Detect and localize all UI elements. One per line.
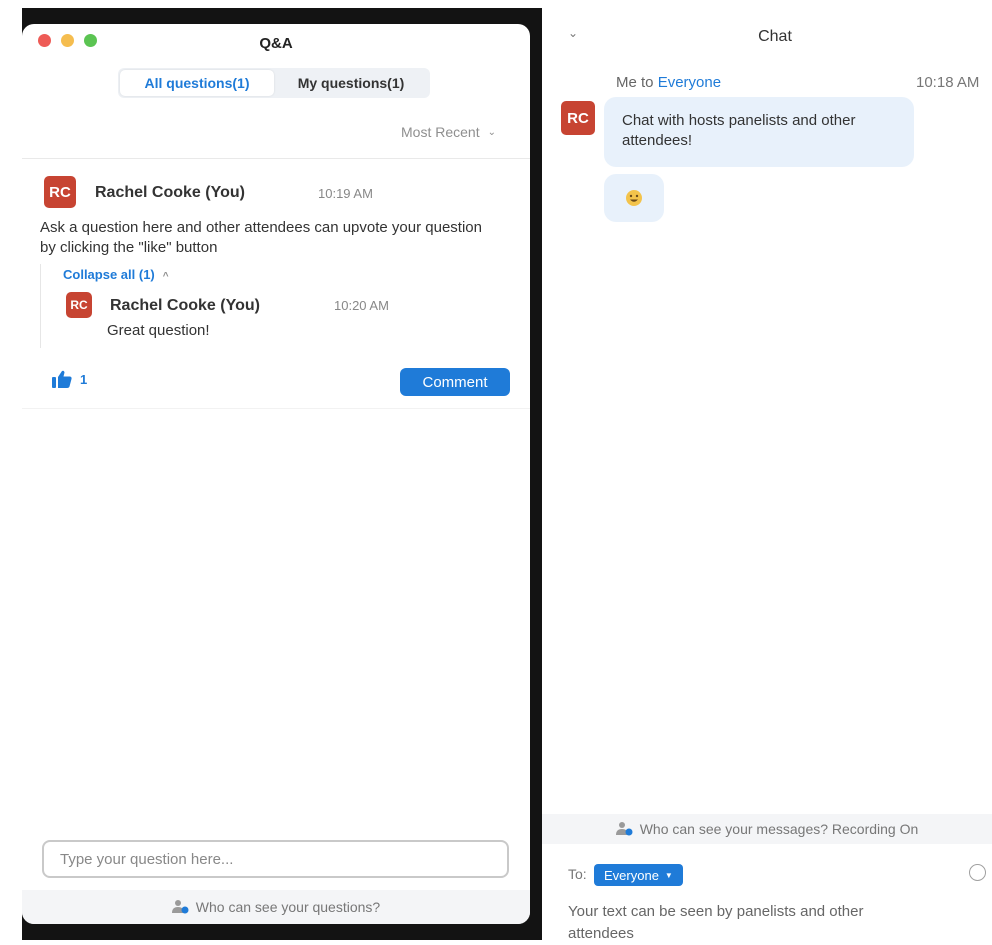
smiley-emoji-icon <box>626 190 642 206</box>
tab-all-questions[interactable]: All questions(1) <box>120 70 274 96</box>
screen-left-gutter <box>0 0 22 940</box>
chat-panel: ⌄ Chat Me to Everyone 10:18 AM RC Chat w… <box>542 8 992 942</box>
chat-message-bubble: Chat with hosts panelists and other atte… <box>604 97 914 167</box>
to-label: To: <box>568 866 587 882</box>
divider <box>22 408 530 409</box>
avatar: RC <box>44 176 76 208</box>
chat-visibility-info[interactable]: Who can see your messages? Recording On <box>542 814 992 844</box>
qa-window: Q&A All questions(1) My questions(1) Mos… <box>22 24 530 924</box>
chevron-up-icon: ^ <box>162 271 169 282</box>
chevron-down-icon: ⌄ <box>487 126 496 138</box>
people-icon <box>171 900 189 914</box>
like-button[interactable]: 1 <box>52 370 87 388</box>
tab-my-questions[interactable]: My questions(1) <box>274 70 428 96</box>
chat-avatar: RC <box>561 101 595 135</box>
chat-title: Chat <box>758 28 792 45</box>
question-author: Rachel Cooke (You) <box>95 184 245 201</box>
like-count: 1 <box>80 371 88 387</box>
question-time: 10:19 AM <box>318 186 373 201</box>
question-text: Ask a question here and other attendees … <box>40 219 482 256</box>
emoji-message-bubble <box>604 174 664 222</box>
qa-title: Q&A <box>259 35 293 52</box>
message-recipient[interactable]: Everyone <box>658 74 721 91</box>
qa-visibility-text: Who can see your questions? <box>195 899 381 915</box>
message-time: 10:18 AM <box>916 74 980 91</box>
message-sender: Me to <box>616 74 654 91</box>
recipient-value: Everyone <box>604 867 659 883</box>
people-icon <box>615 822 633 836</box>
thumbs-up-icon <box>52 370 72 388</box>
emoji-picker-icon[interactable] <box>969 864 986 881</box>
collapse-all-label: Collapse all (1) <box>63 267 155 282</box>
recipient-dropdown[interactable]: Everyone ▼ <box>594 864 683 886</box>
message-meta: Me to Everyone <box>616 74 721 91</box>
caret-down-icon: ▼ <box>664 870 673 880</box>
reply-time: 10:20 AM <box>334 298 389 313</box>
qa-tabs: All questions(1) My questions(1) <box>118 68 430 98</box>
collapse-all-link[interactable]: Collapse all (1) ^ <box>63 267 169 282</box>
chat-visibility-text: Who can see your messages? Recording On <box>639 821 919 837</box>
comment-button[interactable]: Comment <box>400 368 510 396</box>
reply-text: Great question! <box>107 322 210 339</box>
reply-avatar: RC <box>66 292 92 318</box>
sort-label: Most Recent <box>401 124 480 140</box>
question-input[interactable] <box>42 840 509 878</box>
divider <box>22 158 530 159</box>
chat-input-placeholder[interactable]: Your text can be seen by panelists and o… <box>568 901 898 945</box>
reply-author: Rachel Cooke (You) <box>110 297 260 314</box>
qa-visibility-info[interactable]: Who can see your questions? <box>22 890 530 924</box>
sort-dropdown[interactable]: Most Recent ⌄ <box>401 124 496 140</box>
